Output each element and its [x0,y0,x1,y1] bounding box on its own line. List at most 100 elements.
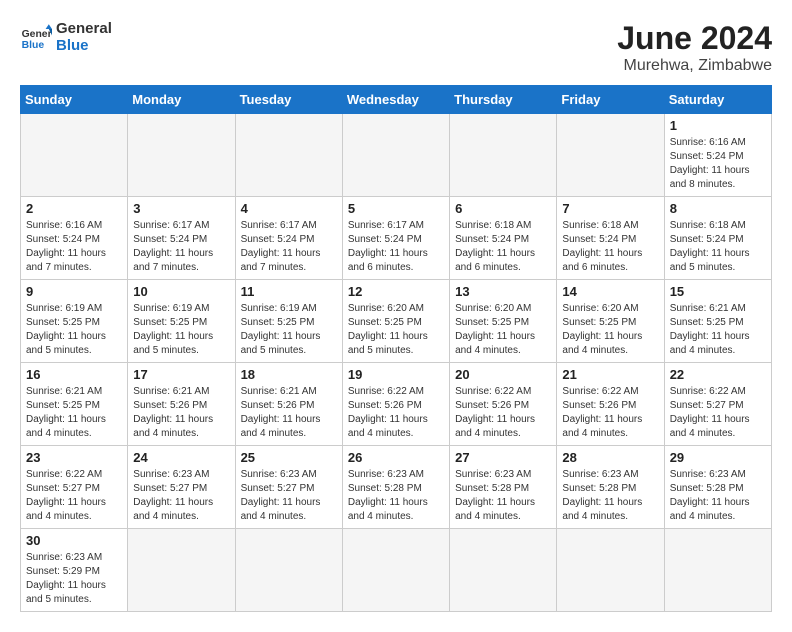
calendar-day-cell: 23 Sunrise: 6:22 AM Sunset: 5:27 PM Dayli… [21,446,128,529]
day-info: Sunrise: 6:16 AM Sunset: 5:24 PM Dayligh… [670,136,766,192]
calendar-day-cell: 16 Sunrise: 6:21 AM Sunset: 5:25 PM Dayli… [21,363,128,446]
calendar-title: June 2024 [617,20,772,57]
calendar-day-cell: 15 Sunrise: 6:21 AM Sunset: 5:25 PM Dayli… [664,280,771,363]
calendar-day-cell [557,114,664,197]
svg-text:General: General [22,29,52,40]
day-info: Sunrise: 6:20 AM Sunset: 5:25 PM Dayligh… [348,302,444,358]
calendar-day-cell: 1 Sunrise: 6:16 AM Sunset: 5:24 PM Daylig… [664,114,771,197]
day-info: Sunrise: 6:21 AM Sunset: 5:25 PM Dayligh… [670,302,766,358]
calendar-day-cell: 27Sunrise: 6:23 AM Sunset: 5:28 PM Dayli… [450,446,557,529]
day-info: Sunrise: 6:16 AM Sunset: 5:24 PM Dayligh… [26,219,122,275]
day-number: 3 [133,201,229,216]
day-number: 2 [26,201,122,216]
day-number: 16 [26,367,122,382]
day-info: Sunrise: 6:17 AM Sunset: 5:24 PM Dayligh… [133,219,229,275]
day-info: Sunrise: 6:19 AM Sunset: 5:25 PM Dayligh… [241,302,337,358]
calendar-day-cell: 14 Sunrise: 6:20 AM Sunset: 5:25 PM Dayli… [557,280,664,363]
calendar-day-cell [450,114,557,197]
calendar-day-cell [450,529,557,612]
day-number: 8 [670,201,766,216]
day-info: Sunrise: 6:18 AM Sunset: 5:24 PM Dayligh… [455,219,551,275]
calendar-day-cell: 9 Sunrise: 6:19 AM Sunset: 5:25 PM Daylig… [21,280,128,363]
calendar-week-row: 2 Sunrise: 6:16 AM Sunset: 5:24 PM Daylig… [21,197,772,280]
calendar-table: SundayMondayTuesdayWednesdayThursdayFrid… [20,85,772,612]
logo: General Blue General Blue [20,20,112,54]
weekday-header-monday: Monday [128,86,235,114]
calendar-day-cell: 19Sunrise: 6:22 AM Sunset: 5:26 PM Dayli… [342,363,449,446]
calendar-day-cell: 5 Sunrise: 6:17 AM Sunset: 5:24 PM Daylig… [342,197,449,280]
day-info: Sunrise: 6:22 AM Sunset: 5:27 PM Dayligh… [670,385,766,441]
title-block: June 2024 Murehwa, Zimbabwe [617,20,772,75]
weekday-header-wednesday: Wednesday [342,86,449,114]
day-info: Sunrise: 6:21 AM Sunset: 5:26 PM Dayligh… [133,385,229,441]
day-number: 14 [562,284,658,299]
day-number: 22 [670,367,766,382]
day-number: 25 [241,450,337,465]
day-number: 20 [455,367,551,382]
day-number: 9 [26,284,122,299]
day-info: Sunrise: 6:19 AM Sunset: 5:25 PM Dayligh… [26,302,122,358]
day-number: 7 [562,201,658,216]
page-header: General Blue General Blue June 2024 Mure… [20,20,772,75]
calendar-day-cell: 4Sunrise: 6:17 AM Sunset: 5:24 PM Daylig… [235,197,342,280]
day-info: Sunrise: 6:18 AM Sunset: 5:24 PM Dayligh… [670,219,766,275]
calendar-day-cell [235,114,342,197]
day-info: Sunrise: 6:17 AM Sunset: 5:24 PM Dayligh… [348,219,444,275]
day-number: 30 [26,533,122,548]
day-number: 6 [455,201,551,216]
day-number: 15 [670,284,766,299]
calendar-day-cell: 30Sunrise: 6:23 AM Sunset: 5:29 PM Dayli… [21,529,128,612]
calendar-week-row: 23 Sunrise: 6:22 AM Sunset: 5:27 PM Dayli… [21,446,772,529]
calendar-day-cell: 3 Sunrise: 6:17 AM Sunset: 5:24 PM Daylig… [128,197,235,280]
svg-text:Blue: Blue [22,40,45,51]
day-number: 24 [133,450,229,465]
calendar-day-cell: 2 Sunrise: 6:16 AM Sunset: 5:24 PM Daylig… [21,197,128,280]
calendar-day-cell: 10Sunrise: 6:19 AM Sunset: 5:25 PM Dayli… [128,280,235,363]
day-info: Sunrise: 6:23 AM Sunset: 5:28 PM Dayligh… [562,468,658,524]
day-info: Sunrise: 6:23 AM Sunset: 5:27 PM Dayligh… [241,468,337,524]
weekday-header-tuesday: Tuesday [235,86,342,114]
weekday-header-saturday: Saturday [664,86,771,114]
weekday-header-friday: Friday [557,86,664,114]
logo-general-text: General [56,20,112,37]
logo-icon: General Blue [20,21,52,53]
day-number: 29 [670,450,766,465]
day-number: 5 [348,201,444,216]
day-number: 18 [241,367,337,382]
day-info: Sunrise: 6:22 AM Sunset: 5:27 PM Dayligh… [26,468,122,524]
calendar-week-row: 30Sunrise: 6:23 AM Sunset: 5:29 PM Dayli… [21,529,772,612]
weekday-header-thursday: Thursday [450,86,557,114]
calendar-day-cell: 8 Sunrise: 6:18 AM Sunset: 5:24 PM Daylig… [664,197,771,280]
calendar-day-cell: 24Sunrise: 6:23 AM Sunset: 5:27 PM Dayli… [128,446,235,529]
day-number: 19 [348,367,444,382]
day-number: 12 [348,284,444,299]
calendar-day-cell [342,114,449,197]
weekday-header-row: SundayMondayTuesdayWednesdayThursdayFrid… [21,86,772,114]
day-number: 17 [133,367,229,382]
day-info: Sunrise: 6:21 AM Sunset: 5:25 PM Dayligh… [26,385,122,441]
calendar-day-cell [342,529,449,612]
day-info: Sunrise: 6:22 AM Sunset: 5:26 PM Dayligh… [562,385,658,441]
day-info: Sunrise: 6:23 AM Sunset: 5:28 PM Dayligh… [348,468,444,524]
calendar-day-cell: 29 Sunrise: 6:23 AM Sunset: 5:28 PM Dayli… [664,446,771,529]
calendar-day-cell [664,529,771,612]
day-info: Sunrise: 6:20 AM Sunset: 5:25 PM Dayligh… [562,302,658,358]
day-info: Sunrise: 6:23 AM Sunset: 5:28 PM Dayligh… [670,468,766,524]
day-info: Sunrise: 6:17 AM Sunset: 5:24 PM Dayligh… [241,219,337,275]
day-number: 21 [562,367,658,382]
calendar-week-row: 16 Sunrise: 6:21 AM Sunset: 5:25 PM Dayli… [21,363,772,446]
calendar-day-cell [235,529,342,612]
calendar-day-cell: 20Sunrise: 6:22 AM Sunset: 5:26 PM Dayli… [450,363,557,446]
calendar-day-cell: 28 Sunrise: 6:23 AM Sunset: 5:28 PM Dayli… [557,446,664,529]
calendar-week-row: 9 Sunrise: 6:19 AM Sunset: 5:25 PM Daylig… [21,280,772,363]
day-number: 23 [26,450,122,465]
day-number: 1 [670,118,766,133]
calendar-day-cell [557,529,664,612]
day-info: Sunrise: 6:20 AM Sunset: 5:25 PM Dayligh… [455,302,551,358]
day-number: 27 [455,450,551,465]
calendar-day-cell: 6 Sunrise: 6:18 AM Sunset: 5:24 PM Daylig… [450,197,557,280]
calendar-day-cell: 22 Sunrise: 6:22 AM Sunset: 5:27 PM Dayli… [664,363,771,446]
day-number: 28 [562,450,658,465]
calendar-day-cell: 13Sunrise: 6:20 AM Sunset: 5:25 PM Dayli… [450,280,557,363]
calendar-day-cell [21,114,128,197]
